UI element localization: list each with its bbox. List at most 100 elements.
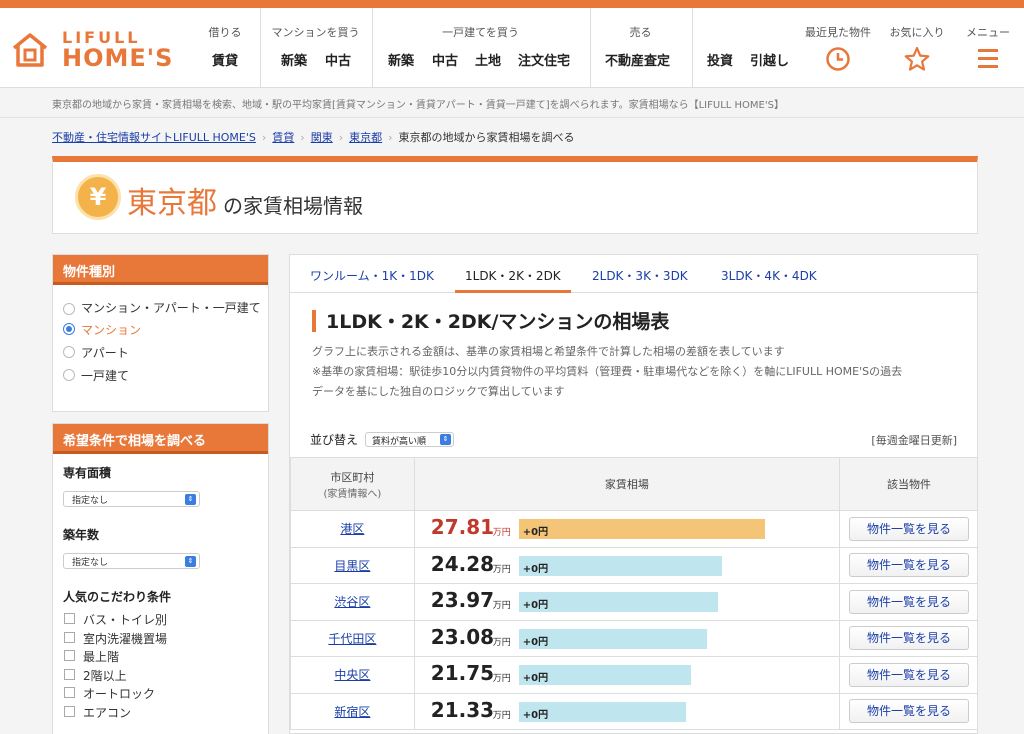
rent-unit: 万円: [492, 601, 511, 611]
tab-3ldk-4k-4dk[interactable]: 3LDK・4K・4DK: [721, 267, 817, 284]
table-row: 中央区 21.75 万円 +0円 物件一覧を見る: [290, 656, 977, 694]
view-listings-button[interactable]: 物件一覧を見る: [849, 626, 970, 651]
ward-link[interactable]: 港区: [340, 522, 364, 536]
tab-1r-1k-1dk[interactable]: ワンルーム・1K・1DK: [310, 267, 434, 284]
rent-cell: 21.75 万円 +0円: [413, 656, 841, 694]
nav-item-custom-house[interactable]: 注文住宅: [518, 50, 570, 69]
view-listings-button[interactable]: 物件一覧を見る: [849, 553, 970, 578]
page-title-prefecture: 東京都: [127, 186, 217, 221]
ward-link[interactable]: 新宿区: [334, 705, 370, 719]
favorites-label: お気に入り: [889, 26, 945, 39]
nav-caption: 売る: [629, 26, 652, 39]
rent-unit: 万円: [492, 674, 511, 684]
radio-label: マンション: [81, 323, 142, 337]
checkbox[interactable]: [64, 687, 75, 698]
radio-button[interactable]: [63, 369, 75, 381]
rent-cell: 27.81 万円 +0円: [413, 510, 841, 548]
checkbox[interactable]: [64, 613, 75, 624]
radio-label: マンション・アパート・一戸建て: [81, 301, 261, 315]
listing-cell: 物件一覧を見る: [839, 656, 977, 694]
basis-note: ※基準の家賃相場：駅徒歩10分以内賃貸物件の平均賃料（管理費・駐車場代などを除く…: [312, 365, 903, 378]
checkbox-separate-bath[interactable]: バス・トイレ別: [53, 611, 268, 630]
radio-button[interactable]: [63, 303, 75, 315]
nav-caption: マンションを買う: [271, 26, 360, 39]
nav-item-land[interactable]: 土地: [475, 50, 501, 69]
nav-item-used-mansion[interactable]: 中古: [325, 50, 351, 69]
menu-button[interactable]: メニュー: [960, 8, 1016, 88]
breadcrumb-link-rent[interactable]: 賃貸: [272, 131, 294, 144]
checkbox[interactable]: [64, 631, 75, 643]
logo-text-main: HOME'S: [62, 44, 174, 72]
radio-all-types[interactable]: マンション・アパート・一戸建て: [53, 301, 268, 315]
ward-link[interactable]: 千代田区: [328, 632, 376, 646]
radio-button[interactable]: [63, 346, 75, 358]
radio-house[interactable]: 一戸建て: [53, 367, 268, 384]
update-note: [毎週金曜日更新]: [871, 434, 957, 447]
view-listings-button[interactable]: 物件一覧を見る: [849, 516, 970, 541]
checkbox-label: エアコン: [83, 705, 132, 720]
site-logo[interactable]: LIFULL HOME'S: [10, 26, 190, 76]
radio-mansion[interactable]: マンション: [53, 321, 268, 338]
checkbox-label: 最上階: [83, 650, 120, 664]
nav-item-moving[interactable]: 引越し: [750, 50, 789, 69]
checkbox-label: 2階以上: [83, 668, 127, 683]
select-arrows-icon: ⇕: [185, 494, 196, 505]
rent-value: 23.97: [430, 588, 495, 612]
menu-label: メニュー: [966, 26, 1010, 39]
ward-link[interactable]: 目黒区: [334, 559, 370, 573]
radio-button[interactable]: [63, 323, 75, 335]
rent-bar: [518, 592, 718, 612]
table-row: 目黒区 24.28 万円 +0円 物件一覧を見る: [290, 546, 977, 584]
checkbox[interactable]: [64, 705, 75, 717]
breadcrumb-link-tokyo[interactable]: 東京都: [349, 131, 382, 144]
yen-icon: ¥: [75, 174, 121, 220]
chart-note: グラフ上に表示される金額は、基準の家賃相場と希望条件で計算した相場の差額を表して…: [312, 345, 785, 358]
listing-cell: 物件一覧を見る: [839, 692, 977, 730]
checkbox[interactable]: [64, 668, 75, 680]
ward-link[interactable]: 渋谷区: [334, 595, 370, 609]
ward-cell: 千代田区: [290, 619, 415, 657]
checkbox-auto-lock[interactable]: オートロック: [53, 685, 268, 704]
top-accent-line: [0, 0, 1024, 8]
view-listings-button[interactable]: 物件一覧を見る: [849, 589, 970, 614]
listing-cell: 物件一覧を見る: [839, 510, 977, 548]
breadcrumb-link-kanto[interactable]: 関東: [311, 131, 333, 144]
breadcrumb-link-top[interactable]: 不動産・住宅情報サイトLIFULL HOME'S: [52, 131, 256, 144]
age-select[interactable]: 指定なし ⇕: [63, 553, 200, 569]
view-listings-button[interactable]: 物件一覧を見る: [849, 662, 970, 687]
area-select[interactable]: 指定なし ⇕: [63, 491, 200, 507]
radio-apartment[interactable]: アパート: [53, 344, 268, 361]
basis-note-cont: データを基にした独自のロジックで算出しています: [312, 385, 565, 398]
checkbox-air-conditioner[interactable]: エアコン: [53, 704, 268, 723]
listing-cell: 物件一覧を見る: [839, 619, 977, 657]
nav-item-rent[interactable]: 賃貸: [212, 50, 238, 69]
breadcrumb-separator-icon: ›: [261, 131, 267, 144]
divider: [0, 117, 1024, 118]
checkbox-label: 室内洗濯機置場: [83, 631, 168, 646]
checkbox[interactable]: [64, 650, 75, 661]
nav-item-appraisal[interactable]: 不動産査定: [605, 50, 670, 69]
recent-viewed-button[interactable]: 最近見た物件: [802, 8, 874, 88]
table-header-row: 市区町村 (家賃情報へ) 家賃相場 該当物件: [290, 457, 977, 511]
age-label: 築年数: [63, 528, 100, 542]
nav-item-new-mansion[interactable]: 新築: [281, 50, 307, 69]
sort-select[interactable]: 賃料が高い順 ⇕: [365, 432, 454, 447]
select-arrows-icon: ⇕: [185, 556, 196, 567]
tab-2ldk-3k-3dk[interactable]: 2LDK・3K・3DK: [592, 267, 688, 284]
tab-1ldk-2k-2dk[interactable]: 1LDK・2K・2DK: [455, 267, 571, 293]
conditions-heading: 希望条件で相場を調べる: [53, 424, 268, 454]
checkbox-second-floor-up[interactable]: 2階以上: [53, 667, 268, 686]
ward-link[interactable]: 中央区: [334, 668, 370, 682]
table-row: 千代田区 23.08 万円 +0円 物件一覧を見る: [290, 619, 977, 657]
checkbox-top-floor[interactable]: 最上階: [53, 648, 268, 667]
checkbox-washer-space[interactable]: 室内洗濯機置場: [53, 630, 268, 649]
nav-item-used-house[interactable]: 中古: [432, 50, 458, 69]
property-type-panel: 物件種別 マンション・アパート・一戸建て マンション アパート 一戸建て: [52, 254, 269, 412]
nav-item-new-house[interactable]: 新築: [388, 50, 414, 69]
house-logo-icon: [12, 33, 48, 67]
age-select-value: 指定なし: [72, 558, 109, 568]
nav-item-invest[interactable]: 投資: [707, 50, 733, 69]
breadcrumb-current: 東京都の地域から家賃相場を調べる: [398, 131, 575, 144]
favorites-button[interactable]: お気に入り: [885, 8, 949, 88]
view-listings-button[interactable]: 物件一覧を見る: [849, 699, 970, 724]
